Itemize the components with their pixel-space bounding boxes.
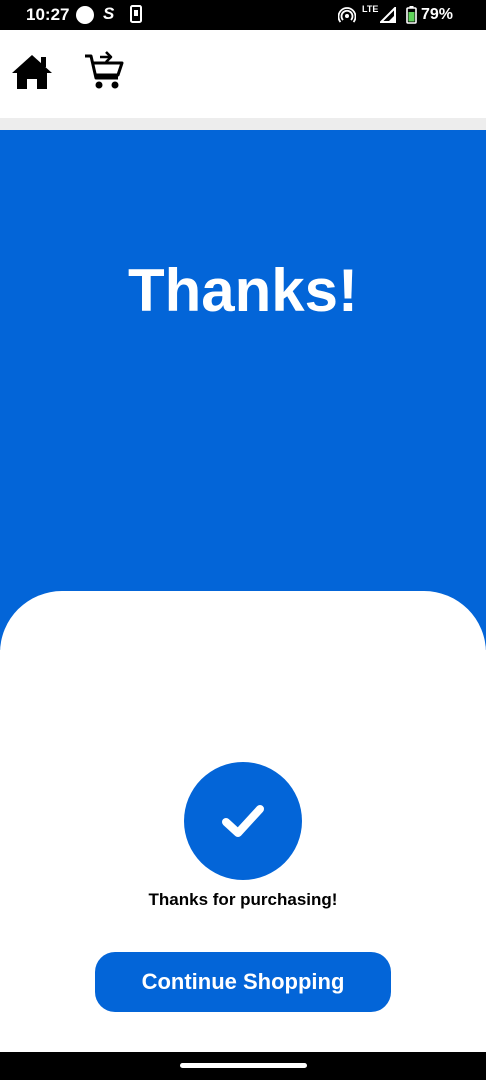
home-icon <box>12 55 52 89</box>
confirmation-card: Thanks for purchasing! Continue Shopping <box>0 591 486 1052</box>
status-bar: 10:27 S LTE 79% <box>0 0 486 30</box>
battery-icon <box>406 6 417 29</box>
cart-checkout-icon <box>85 51 124 89</box>
success-badge <box>184 762 302 880</box>
battery-percentage: 79% <box>421 6 454 23</box>
continue-shopping-button[interactable]: Continue Shopping <box>95 952 391 1012</box>
notification-dot-icon <box>76 6 94 24</box>
signal-icon <box>378 5 396 28</box>
status-time: 10:27 <box>26 5 70 24</box>
hero-banner: Thanks! <box>0 130 486 650</box>
app-bar <box>0 30 486 118</box>
hotspot-icon <box>337 7 357 28</box>
home-button[interactable] <box>10 52 54 92</box>
cart-checkout-button[interactable] <box>84 50 128 92</box>
hero-title: Thanks! <box>127 257 359 324</box>
sim-card-icon <box>130 5 142 28</box>
home-indicator[interactable] <box>180 1063 307 1068</box>
network-type-label: LTE <box>362 4 379 14</box>
notification-s-icon: S <box>103 4 115 23</box>
checkmark-icon <box>222 805 264 837</box>
header-divider <box>0 118 486 130</box>
success-message: Thanks for purchasing! <box>148 890 338 909</box>
system-nav-bar <box>0 1052 486 1080</box>
